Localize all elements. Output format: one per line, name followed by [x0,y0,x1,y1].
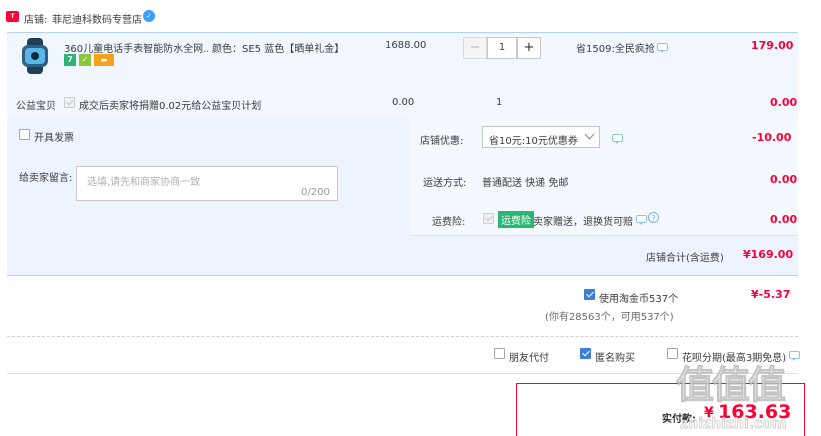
message-label: 给卖家留言: [19,173,73,184]
insurance-label: 运费险: [432,217,466,228]
shop-label: 店铺: [24,15,48,26]
insurance-text: 卖家赠送，退换货可赔 [533,217,633,228]
taojinbi-note: (你有28563个，可用537个) [545,312,674,323]
unit-price: 1688.00 [385,40,427,51]
anonymous-label: 匿名购买 [595,353,635,364]
product-title-link[interactable]: 360儿童电话手表智能防水全网... [64,40,208,55]
charity-qty: 1 [496,97,503,108]
seven-day-return-icon: 7 [64,54,76,66]
taojinbi-checkbox[interactable] [584,289,595,300]
insurance-amount: 0.00 [770,213,798,226]
help-icon[interactable]: ? [648,212,659,223]
panel-divider [410,235,798,236]
store-total-label: 店铺合计(含运费) [646,253,724,264]
shop-header: T 店铺: 菲尼迪科数码专营店 ✓ [0,0,821,32]
shop-name-link[interactable]: 菲尼迪科数码专营店 [52,11,142,26]
charity-total: 0.00 [770,96,798,109]
chevron-down-icon [584,129,595,140]
guarantee-icon: ✓ [79,54,91,66]
watermark-url: zhizhizhi.com [680,416,787,433]
store-discount-label: 店铺优惠: [420,136,464,147]
section-divider [7,336,798,337]
store-discount-selected: 省10元:10元优惠券 [489,136,578,147]
check-badge-icon: ✓ [143,10,155,22]
insurance-checkbox [483,213,494,224]
message-textarea[interactable]: 选填,请先和商家协商一致 0/200 [76,166,338,201]
taojinbi-amount: ¥-5.37 [751,288,791,301]
card-payment-icon: ▬ [94,54,114,66]
message-counter: 0/200 [301,187,330,198]
invoice-checkbox[interactable] [19,129,30,140]
invoice-label: 开具发票 [34,133,74,144]
friend-pay-label: 朋友代付 [509,353,549,364]
charity-label: 公益宝贝 [16,101,56,112]
store-total-amount: ¥169.00 [743,248,794,261]
message-placeholder: 选填,请先和商家协商一致 [87,177,201,188]
insurance-tag: 运费险 [498,211,534,228]
shipping-method: 普通配送 快递 免邮 [482,178,569,189]
product-image[interactable] [17,38,53,74]
store-discount-amount: -10.00 [752,131,792,144]
product-spec: 颜色：SE5 蓝色【晒单礼金】 [212,44,345,55]
shipping-label: 运送方式: [423,178,467,189]
friend-pay-checkbox[interactable] [494,348,505,359]
tmall-logo-icon: T [6,11,19,22]
shipping-amount: 0.00 [770,173,798,186]
item-subtotal: 179.00 [751,39,794,52]
insurance-chat-icon[interactable] [636,215,647,225]
quantity-stepper: − 1 + [463,37,541,59]
discount-chat-icon[interactable] [612,134,623,144]
huabei-chat-icon[interactable] [789,351,800,361]
charity-text: 成交后卖家将捐赠0.02元给公益宝贝计划 [79,101,262,112]
taojinbi-label: 使用淘金币537个 [599,294,679,305]
store-discount-select[interactable]: 省10元:10元优惠券 [482,126,600,148]
quantity-input[interactable]: 1 [487,37,517,59]
watch-icon [22,38,48,74]
anonymous-checkbox[interactable] [580,348,591,359]
quantity-minus-button[interactable]: − [463,37,487,59]
quantity-plus-button[interactable]: + [517,37,541,59]
watermark-logo: 值值值 [675,363,786,408]
promo-chat-icon[interactable] [657,43,668,53]
charity-price: 0.00 [392,97,415,108]
charity-checkbox [64,97,75,108]
promo-text: 省1509:全民疯抢 [576,44,655,55]
